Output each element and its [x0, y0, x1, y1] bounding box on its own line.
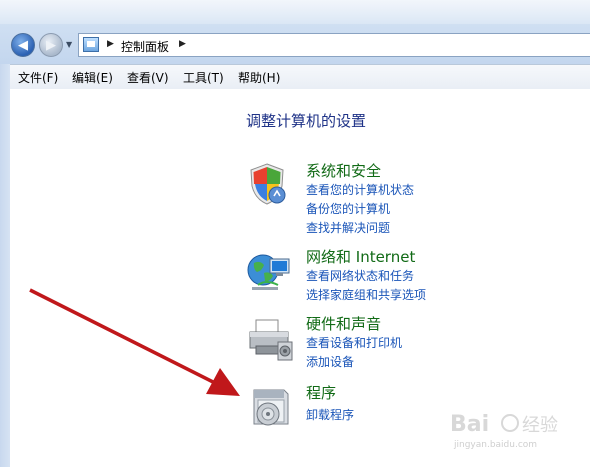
svg-text:Bai: Bai — [450, 412, 489, 437]
annotation-arrow — [29, 288, 240, 396]
watermark-url: jingyan.baidu.com — [454, 440, 538, 450]
svg-text:经验: 经验 — [522, 415, 558, 436]
